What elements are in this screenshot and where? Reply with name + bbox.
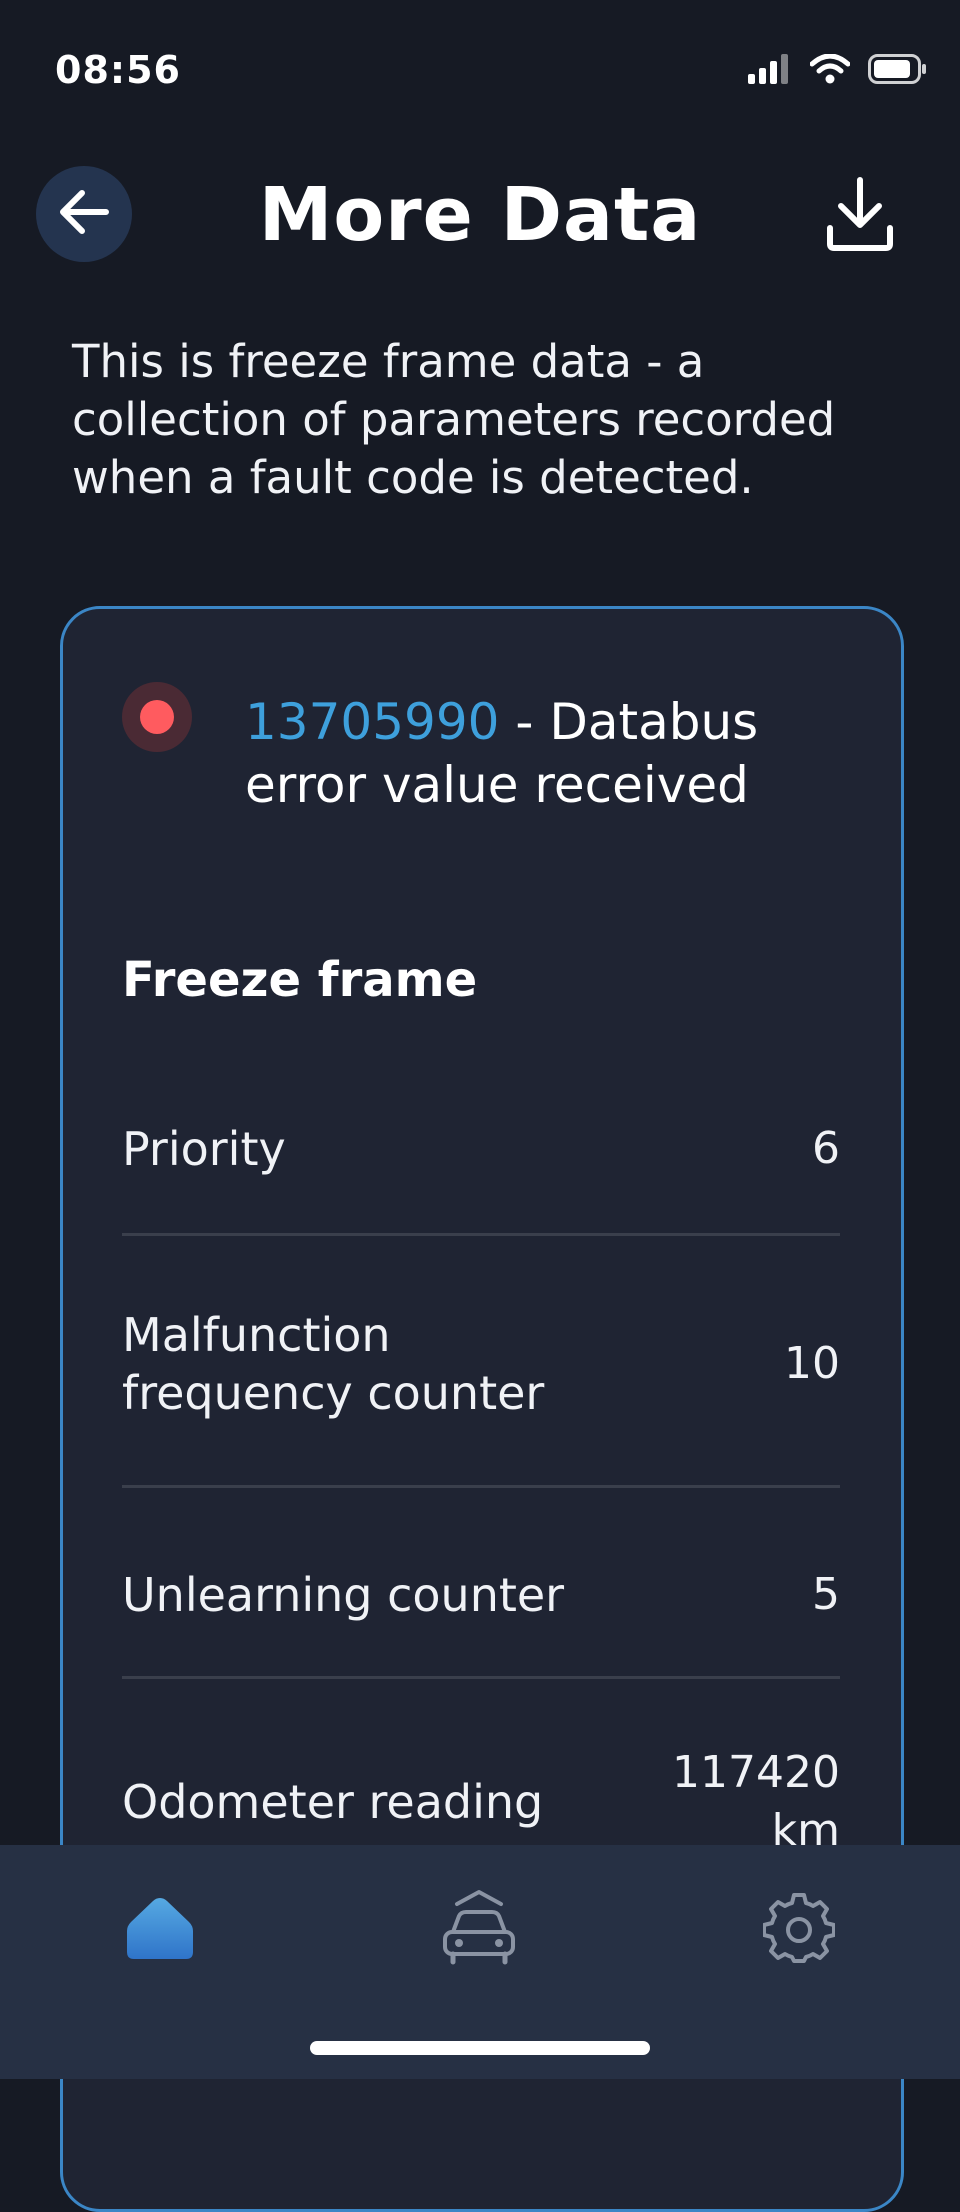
- row-value: 6: [812, 1123, 840, 1174]
- data-row-unlearning-counter: Unlearning counter 5: [122, 1555, 840, 1635]
- row-value: 5: [812, 1569, 840, 1620]
- fault-status-dot: [140, 700, 174, 734]
- page-title: More Data: [258, 172, 702, 258]
- data-row-malfunction-frequency: Malfunction frequency counter 10: [122, 1299, 840, 1429]
- row-label: Odometer reading: [122, 1775, 544, 1829]
- data-row-priority: Priority 6: [122, 1109, 840, 1189]
- row-divider: [122, 1485, 840, 1488]
- home-indicator: [310, 2041, 650, 2055]
- row-divider: [122, 1233, 840, 1236]
- row-label: Priority: [122, 1122, 286, 1176]
- fault-separator: -: [499, 693, 550, 751]
- row-value: 117420 km: [672, 1747, 840, 1856]
- signal-icon: [748, 54, 792, 88]
- status-icons: [748, 53, 928, 88]
- row-label: Malfunction frequency counter: [122, 1308, 545, 1420]
- car-icon: [437, 1886, 521, 1974]
- header: More Data: [0, 140, 960, 290]
- row-value: 10: [784, 1338, 840, 1389]
- row-label: Unlearning counter: [122, 1568, 565, 1622]
- status-time: 08:56: [55, 48, 181, 92]
- fault-status-indicator: [122, 682, 192, 752]
- wifi-icon: [809, 53, 851, 88]
- nav-settings[interactable]: [744, 1875, 854, 1985]
- nav-vehicle[interactable]: [424, 1875, 534, 1985]
- fault-code: 13705990: [245, 693, 500, 751]
- status-bar: 08:56: [0, 0, 960, 140]
- download-button[interactable]: [820, 176, 900, 256]
- battery-icon: [868, 54, 928, 88]
- intro-text: This is freeze frame data - a collection…: [72, 335, 836, 504]
- gear-icon: [762, 1892, 836, 1968]
- home-icon: [125, 1895, 195, 1965]
- row-divider: [122, 1676, 840, 1679]
- fault-title: 13705990 - Databus error value received: [245, 691, 845, 817]
- download-icon: [825, 176, 895, 256]
- section-title: Freeze frame: [122, 952, 478, 1008]
- nav-home[interactable]: [105, 1875, 215, 1985]
